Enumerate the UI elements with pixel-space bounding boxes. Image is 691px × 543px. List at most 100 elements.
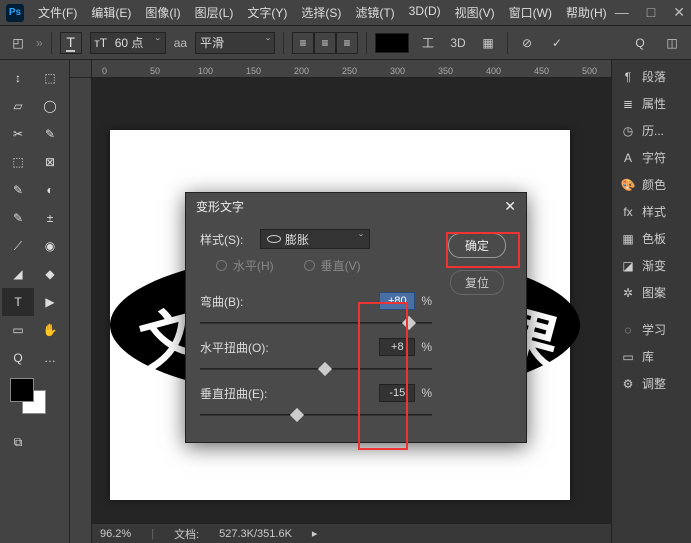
menu-filter[interactable]: 滤镜(T): [349, 2, 400, 23]
panel-color[interactable]: 🎨颜色: [614, 172, 689, 197]
panel-libraries[interactable]: ▭库: [614, 344, 689, 369]
more-tools[interactable]: …: [34, 344, 66, 372]
maximize-icon[interactable]: □: [647, 4, 655, 21]
slider-thumb[interactable]: [402, 316, 416, 330]
reset-button[interactable]: 复位: [450, 270, 504, 295]
panel-adjustments[interactable]: ⚙调整: [614, 371, 689, 396]
ruler-tick: 350: [438, 66, 453, 76]
zoom-tool[interactable]: Q: [2, 344, 34, 372]
path-select-tool[interactable]: ▶: [34, 288, 66, 316]
minimize-icon[interactable]: —: [615, 4, 629, 21]
dialog-titlebar[interactable]: 变形文字 ✕: [186, 193, 526, 219]
blur-tool[interactable]: ◉: [34, 232, 66, 260]
panel-learn[interactable]: ◌学习: [614, 317, 689, 342]
menu-window[interactable]: 窗口(W): [503, 2, 558, 23]
font-size-field[interactable]: тT 60 点 ˇ: [90, 32, 166, 54]
panel-swatches[interactable]: ▦色板: [614, 226, 689, 251]
align-center-button[interactable]: ≡: [314, 32, 336, 54]
libraries-icon: ▭: [620, 349, 636, 365]
workspace-icon[interactable]: ◫: [661, 32, 683, 54]
eyedropper-tool[interactable]: ⬚: [2, 148, 34, 176]
panel-character[interactable]: A字符: [614, 145, 689, 170]
search-icon[interactable]: Q: [629, 32, 651, 54]
status-arrow-icon[interactable]: ▸: [312, 527, 318, 540]
vertical-radio[interactable]: 垂直(V): [304, 257, 361, 274]
panel-styles[interactable]: fx样式: [614, 199, 689, 224]
close-icon[interactable]: ✕: [673, 4, 685, 21]
commit-icon[interactable]: ✓: [546, 32, 568, 54]
heal-tool[interactable]: ⊠: [34, 148, 66, 176]
lasso-tool[interactable]: ▱: [2, 92, 34, 120]
type-tool[interactable]: T: [2, 288, 34, 316]
horizontal-radio[interactable]: 水平(H): [216, 257, 274, 274]
dropdown-icon[interactable]: ˇ: [151, 36, 165, 50]
ruler-tick: 50: [150, 66, 160, 76]
quick-select-tool[interactable]: ◯: [34, 92, 66, 120]
menu-3d[interactable]: 3D(D): [403, 2, 447, 23]
style-select[interactable]: 膨胀 ˇ: [260, 229, 370, 249]
frame-tool[interactable]: ✎: [34, 120, 66, 148]
slider-thumb[interactable]: [290, 408, 304, 422]
eraser-tool[interactable]: ±: [34, 204, 66, 232]
history-brush-tool[interactable]: ✎: [2, 204, 34, 232]
titlebar: Ps 文件(F) 编辑(E) 图像(I) 图层(L) 文字(Y) 选择(S) 滤…: [0, 0, 691, 26]
menu-select[interactable]: 选择(S): [295, 2, 347, 23]
vdist-slider[interactable]: [200, 408, 432, 422]
cancel-icon[interactable]: ⊘: [516, 32, 538, 54]
gradient-tool[interactable]: ⟋: [2, 232, 34, 260]
hdist-slider[interactable]: [200, 362, 432, 376]
patterns-icon: ✲: [620, 285, 636, 301]
window-buttons: — □ ✕: [615, 4, 685, 21]
stamp-tool[interactable]: ◐: [34, 176, 66, 204]
hand-tool[interactable]: ✋: [34, 316, 66, 344]
menu-layer[interactable]: 图层(L): [189, 2, 240, 23]
menu-image[interactable]: 图像(I): [139, 2, 186, 23]
warp-text-icon[interactable]: 工: [417, 32, 439, 54]
dropdown-icon[interactable]: ˇ: [266, 36, 270, 50]
home-icon[interactable]: ◰: [8, 33, 28, 53]
panel-gradients[interactable]: ◪渐变: [614, 253, 689, 278]
dropdown-icon[interactable]: ˇ: [359, 232, 363, 246]
menu-view[interactable]: 视图(V): [449, 2, 501, 23]
paragraph-icon: ¶: [620, 69, 636, 85]
dialog-close-icon[interactable]: ✕: [504, 198, 516, 215]
vdist-value-input[interactable]: -15: [379, 384, 415, 402]
menu-file[interactable]: 文件(F): [32, 2, 83, 23]
menu-help[interactable]: 帮助(H): [560, 2, 613, 23]
ruler-vertical: [70, 78, 92, 543]
radio-icon: [304, 260, 315, 271]
3d-icon[interactable]: 3D: [447, 32, 469, 54]
color-swatches[interactable]: [10, 378, 50, 418]
shape-tool[interactable]: ▭: [2, 316, 34, 344]
fg-color[interactable]: [10, 378, 34, 402]
menu-edit[interactable]: 编辑(E): [85, 2, 137, 23]
text-color-swatch[interactable]: [375, 33, 409, 53]
bend-value-input[interactable]: +80: [379, 292, 415, 310]
slider-thumb[interactable]: [318, 362, 332, 376]
marquee-tool[interactable]: ⬚: [34, 64, 66, 92]
move-tool[interactable]: ↕: [2, 64, 34, 92]
panel-history[interactable]: ◷历...: [614, 118, 689, 143]
antialias-select[interactable]: 平滑 ˇ: [195, 32, 275, 54]
horizontal-distort-row: 水平扭曲(O): +8 %: [200, 338, 432, 376]
menu-type[interactable]: 文字(Y): [241, 2, 293, 23]
panel-label: 段落: [642, 68, 666, 85]
ok-button[interactable]: 确定: [448, 233, 506, 258]
panel-paragraph[interactable]: ¶ 段落: [614, 64, 689, 89]
panel-toggle-icon[interactable]: ▦: [477, 32, 499, 54]
hdist-value-input[interactable]: +8: [379, 338, 415, 356]
zoom-level[interactable]: 96.2%: [100, 528, 131, 540]
dodge-tool[interactable]: ◢: [2, 260, 34, 288]
type-tool-icon[interactable]: T: [60, 32, 82, 54]
pen-tool[interactable]: ◆: [34, 260, 66, 288]
vertical-distort-row: 垂直扭曲(E): -15 %: [200, 384, 432, 422]
panel-patterns[interactable]: ✲图案: [614, 280, 689, 305]
font-size-value[interactable]: 60 点: [111, 34, 151, 51]
bend-slider[interactable]: [200, 316, 432, 330]
crop-tool[interactable]: ✂: [2, 120, 34, 148]
panel-properties[interactable]: ≣属性: [614, 91, 689, 116]
brush-tool[interactable]: ✎: [2, 176, 34, 204]
align-left-button[interactable]: ≡: [292, 32, 314, 54]
screen-mode-tool[interactable]: ⧉: [2, 428, 34, 456]
align-right-button[interactable]: ≡: [336, 32, 358, 54]
